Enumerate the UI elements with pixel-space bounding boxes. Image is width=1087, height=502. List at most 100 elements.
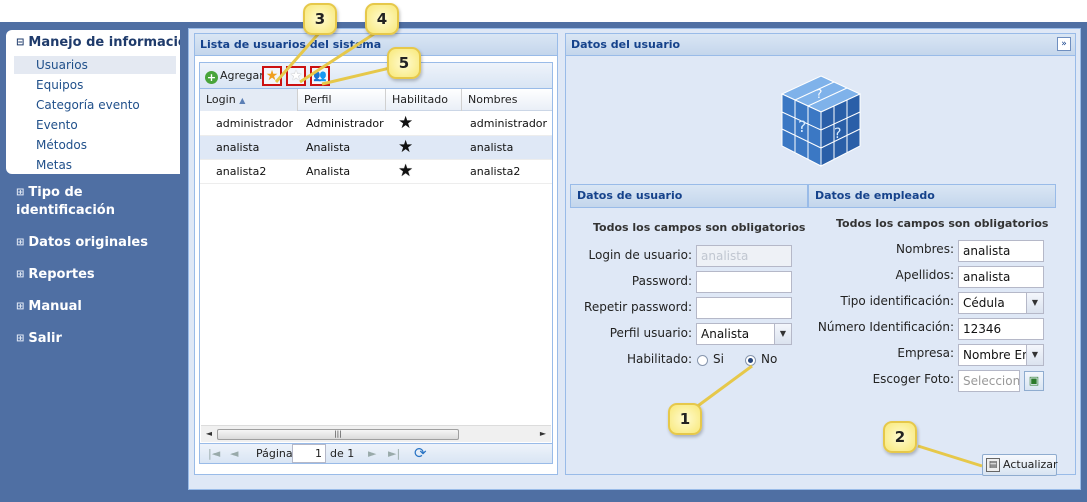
user-data-section-title: Datos de usuario <box>570 184 808 208</box>
callout-3: 3 <box>303 3 337 35</box>
cell-perfil: Analista <box>306 165 351 178</box>
cell-login: analista2 <box>216 165 267 178</box>
scroll-right-icon[interactable]: ► <box>537 428 549 440</box>
nav-item-usuarios[interactable]: Usuarios <box>14 56 176 74</box>
left-navigation: ⊟ Manejo de información Usuarios Equipos … <box>0 22 196 502</box>
add-button[interactable]: + Agregar <box>205 68 264 84</box>
password-field[interactable] <box>696 271 792 293</box>
repeat-password-field[interactable] <box>696 297 792 319</box>
scroll-left-icon[interactable]: ◄ <box>203 428 215 440</box>
chevron-down-icon[interactable]: ▼ <box>774 324 791 344</box>
nav-group-reportes[interactable]: ⊞ Reportes <box>16 266 166 284</box>
table-row[interactable]: administrador Administrador ★ administra… <box>200 112 552 136</box>
cell-nombres: analista <box>470 141 514 154</box>
password-label: Password: <box>631 274 692 288</box>
expand-icon: ⊞ <box>16 301 25 312</box>
refresh-icon[interactable]: ⟳ <box>414 445 427 461</box>
enable-user-button[interactable]: ★ <box>262 66 282 86</box>
expand-icon: ⊞ <box>16 237 25 248</box>
last-page-icon[interactable]: ►| <box>388 446 400 462</box>
collapse-icon: ⊟ <box>16 37 25 48</box>
page-count-label: de 1 <box>330 447 355 460</box>
nav-group-title[interactable]: ⊟ Manejo de información <box>16 35 196 50</box>
nav-item-evento[interactable]: Evento <box>14 116 176 134</box>
page-label: Página <box>256 447 293 460</box>
enabled-label: Habilitado: <box>626 352 692 366</box>
enabled-star-icon: ★ <box>398 137 414 157</box>
callout-2: 2 <box>883 421 917 453</box>
nav-group-tipo-identificacion[interactable]: ⊞ Tipo de identificación <box>16 184 166 220</box>
chevron-down-icon[interactable]: ▼ <box>1026 293 1043 313</box>
column-header-habilitado[interactable]: Habilitado <box>386 89 462 111</box>
nav-item-categoria-evento[interactable]: Categoría evento <box>14 96 176 114</box>
app-logo-cube: ? ? ? <box>780 75 862 167</box>
nav-item-equipos[interactable]: Equipos <box>14 76 176 94</box>
table-row[interactable]: analista Analista ★ analista <box>200 136 552 160</box>
sort-asc-icon: ▲ <box>239 96 246 105</box>
employee-data-section-title: Datos de empleado <box>808 184 1056 208</box>
expand-icon: ⊞ <box>16 333 25 344</box>
grid-toolbar: + Agregar ★ ★ 👥 <box>200 63 552 89</box>
nav-group-salir[interactable]: ⊞ Salir <box>16 330 166 348</box>
user-detail-title: Datos del usuario <box>566 34 1075 56</box>
enabled-star-icon: ★ <box>398 113 414 133</box>
chevron-down-icon[interactable]: ▼ <box>1026 345 1043 365</box>
nav-group-manual[interactable]: ⊞ Manual <box>16 298 166 316</box>
employee-required-note: Todos los campos son obligatorios <box>836 217 1049 230</box>
cell-login: administrador <box>216 117 294 130</box>
cell-nombres: analista2 <box>470 165 521 178</box>
cell-login: analista <box>216 141 260 154</box>
pagination-bar: |◄ ◄ Página 1 de 1 ► ►| ⟳ <box>200 443 552 463</box>
column-header-nombres[interactable]: Nombres <box>462 89 552 111</box>
column-header-login[interactable]: Login ▲ <box>200 89 298 111</box>
callout-5: 5 <box>387 47 421 79</box>
svg-text:?: ? <box>798 117 807 136</box>
disabled-star-icon: ★ <box>398 161 414 181</box>
nav-item-metas[interactable]: Metas <box>14 156 176 174</box>
photo-file-field[interactable]: Seleccione <box>958 370 1020 392</box>
main-area: Lista de usuarios del sistema + Agregar ★… <box>180 22 1087 502</box>
nav-item-metodos[interactable]: Métodos <box>14 136 176 154</box>
next-page-icon[interactable]: ► <box>368 446 376 462</box>
table-row[interactable]: analista2 Analista ★ analista2 <box>200 160 552 184</box>
collapse-panel-icon[interactable]: » <box>1057 37 1071 51</box>
star-empty-icon: ★ <box>289 68 303 84</box>
names-label: Nombres: <box>896 242 954 256</box>
update-button[interactable]: ▤ Actualizar <box>982 454 1058 476</box>
column-header-perfil[interactable]: Perfil <box>298 89 386 111</box>
id-number-field[interactable]: 12346 <box>958 318 1044 340</box>
id-type-label: Tipo identificación: <box>840 294 954 308</box>
surnames-field[interactable]: analista <box>958 266 1044 288</box>
page-number-input[interactable]: 1 <box>292 444 326 463</box>
browse-photo-icon[interactable]: ▣ <box>1024 371 1044 391</box>
save-icon: ▤ <box>986 458 1000 472</box>
nav-group-datos-originales[interactable]: ⊞ Datos originales <box>16 234 166 252</box>
content-container: Lista de usuarios del sistema + Agregar ★… <box>188 28 1081 490</box>
first-page-icon[interactable]: |◄ <box>208 446 220 462</box>
login-label: Login de usuario: <box>588 248 692 262</box>
company-select[interactable]: Nombre En ▼ <box>958 344 1044 366</box>
scrollbar-thumb[interactable]: ||| <box>217 429 459 440</box>
cell-perfil: Analista <box>306 141 351 154</box>
grid-header: Login ▲ Perfil Habilitado Nombres <box>200 89 552 111</box>
id-number-label: Número Identificación: <box>817 320 954 334</box>
add-icon: + <box>205 71 218 84</box>
change-profile-button[interactable]: 👥 <box>310 66 330 86</box>
names-field[interactable]: analista <box>958 240 1044 262</box>
users-grid-title: Lista de usuarios del sistema <box>195 34 557 56</box>
profile-select[interactable]: Analista ▼ <box>696 323 792 345</box>
disable-user-button[interactable]: ★ <box>286 66 306 86</box>
enabled-no-radio[interactable] <box>745 355 756 366</box>
profile-label: Perfil usuario: <box>609 326 692 340</box>
horizontal-scrollbar[interactable]: ◄ ||| ► <box>201 425 551 442</box>
nav-group-manejo: ⊟ Manejo de información Usuarios Equipos … <box>6 30 196 174</box>
surnames-label: Apellidos: <box>895 268 954 282</box>
callout-4: 4 <box>365 3 399 35</box>
company-label: Empresa: <box>897 346 954 360</box>
login-field[interactable]: analista <box>696 245 792 267</box>
repeat-password-label: Repetir password: <box>584 300 692 314</box>
enabled-yes-radio[interactable] <box>697 355 708 366</box>
prev-page-icon[interactable]: ◄ <box>230 446 238 462</box>
enabled-no-label: No <box>761 352 778 366</box>
id-type-select[interactable]: Cédula ▼ <box>958 292 1044 314</box>
